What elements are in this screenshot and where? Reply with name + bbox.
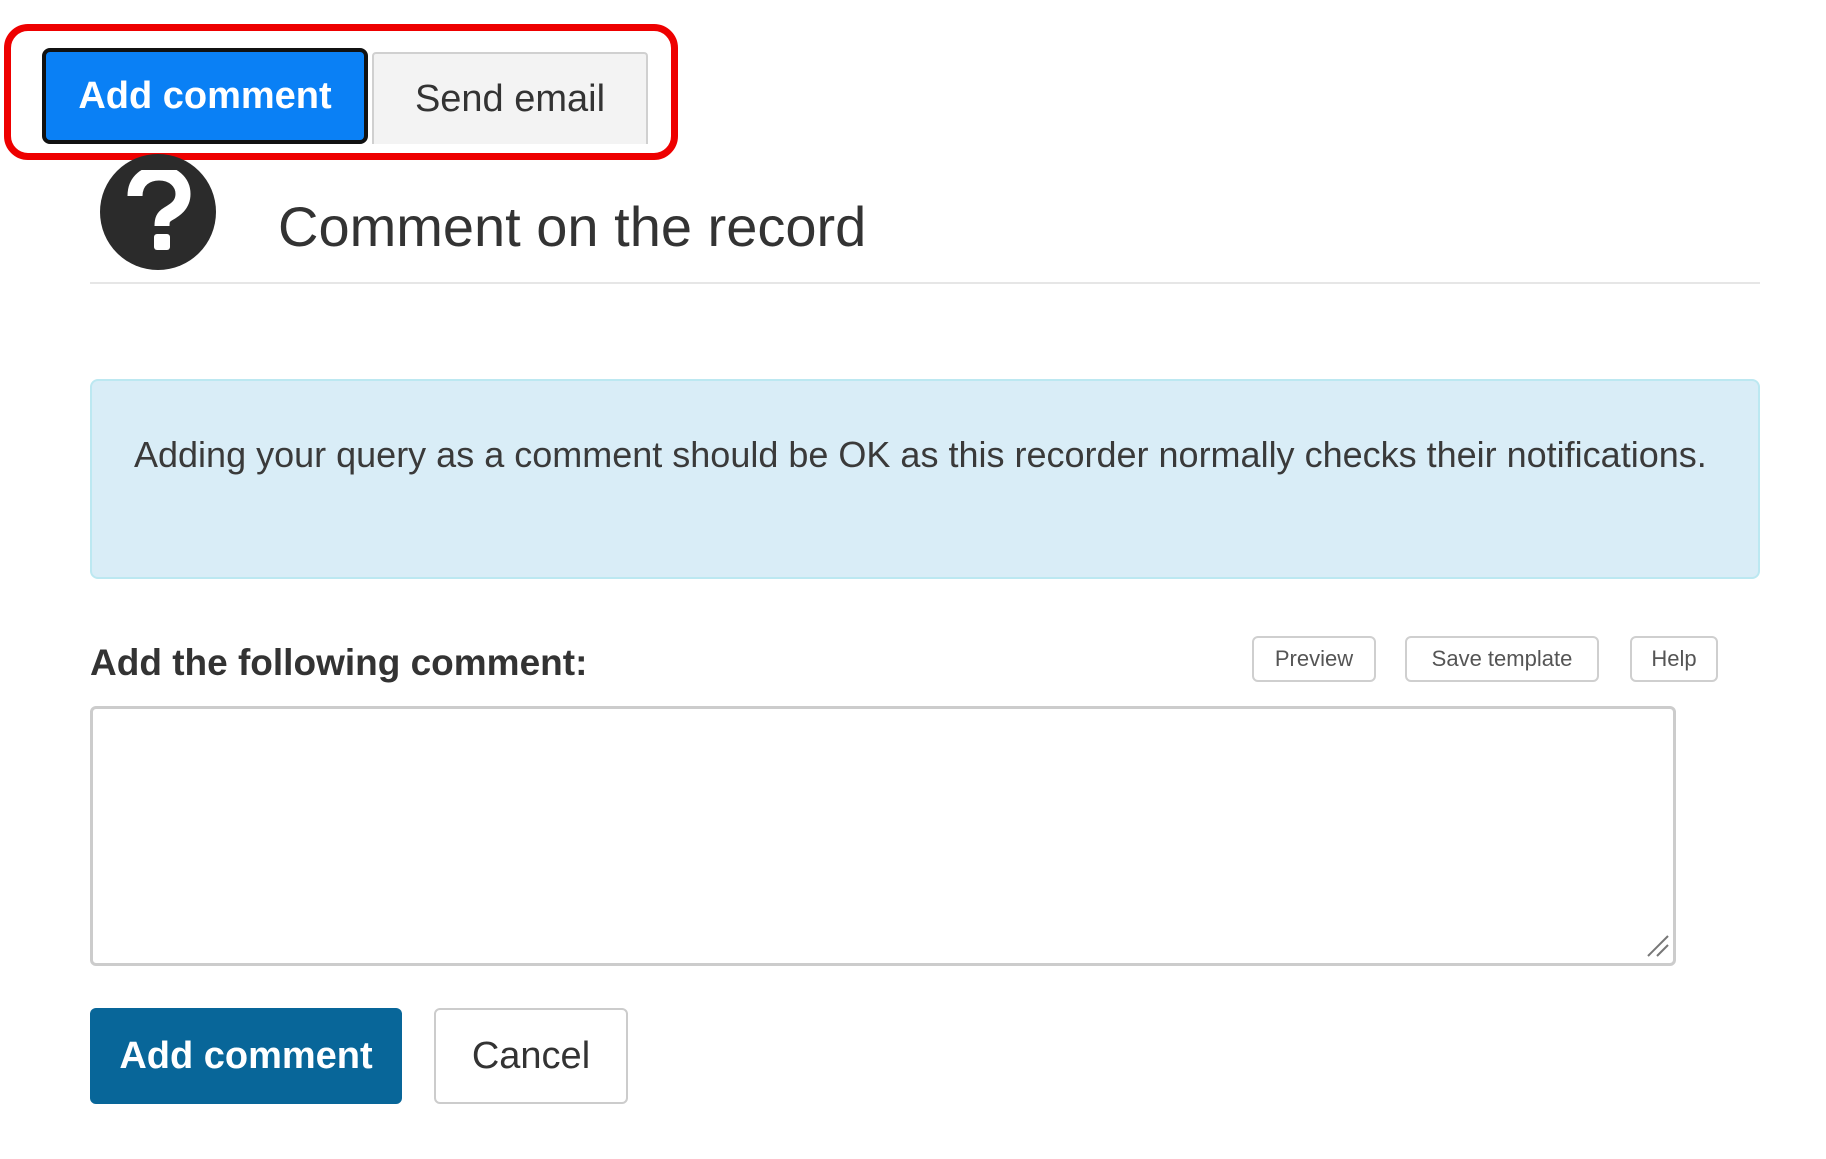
resize-handle-icon[interactable] <box>1644 932 1670 958</box>
cancel-button[interactable]: Cancel <box>434 1008 628 1104</box>
tab-bar: Add comment Send email <box>42 48 648 144</box>
preview-button[interactable]: Preview <box>1252 636 1376 682</box>
save-template-button[interactable]: Save template <box>1405 636 1599 682</box>
tab-add-comment[interactable]: Add comment <box>42 48 368 144</box>
question-circle-icon <box>100 154 216 270</box>
tab-send-email[interactable]: Send email <box>372 52 648 144</box>
add-comment-button[interactable]: Add comment <box>90 1008 402 1104</box>
info-alert: Adding your query as a comment should be… <box>90 379 1760 579</box>
comment-field-label: Add the following comment: <box>90 642 588 683</box>
title-divider <box>90 282 1760 284</box>
help-button[interactable]: Help <box>1630 636 1718 682</box>
comment-page: Add comment Send email Comment on the re… <box>0 0 1826 1159</box>
page-title: Comment on the record <box>278 195 867 258</box>
comment-textarea[interactable] <box>90 706 1676 966</box>
